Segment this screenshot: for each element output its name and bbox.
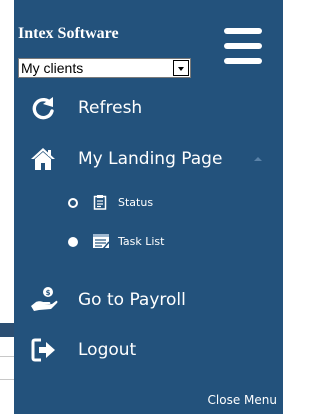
status-label: Status xyxy=(118,196,154,209)
chevron-up-icon[interactable] xyxy=(254,157,262,161)
task-list-radio[interactable] xyxy=(68,237,78,247)
logout-icon xyxy=(31,338,55,362)
home-icon xyxy=(31,148,55,170)
task-list-label: Task List xyxy=(118,235,165,248)
close-menu-link[interactable]: Close Menu xyxy=(208,393,277,407)
svg-text:$: $ xyxy=(46,289,51,297)
status-sub-item[interactable]: Status xyxy=(14,192,283,216)
payroll-label: Go to Payroll xyxy=(78,290,186,310)
clipboard-icon xyxy=(93,195,107,210)
side-menu-panel: Intex Software My clients Refresh My Lan… xyxy=(14,0,283,414)
client-select[interactable]: My clients xyxy=(18,58,191,78)
task-list-sub-item[interactable]: Task List xyxy=(14,230,283,254)
refresh-label: Refresh xyxy=(78,98,143,118)
logout-menu-item[interactable]: Logout xyxy=(14,334,283,370)
payroll-icon: $ xyxy=(31,287,58,311)
client-select-value: My clients xyxy=(21,60,84,76)
task-list-icon xyxy=(93,234,110,250)
landing-page-label: My Landing Page xyxy=(78,149,223,169)
refresh-menu-item[interactable]: Refresh xyxy=(14,92,283,128)
payroll-menu-item[interactable]: $ Go to Payroll xyxy=(14,282,283,318)
status-radio[interactable] xyxy=(68,198,78,208)
chevron-down-icon[interactable] xyxy=(173,60,189,76)
logout-label: Logout xyxy=(78,340,137,360)
refresh-icon xyxy=(32,97,54,120)
brand-title: Intex Software xyxy=(18,25,119,42)
strip-marker xyxy=(0,323,14,337)
divider xyxy=(0,356,14,357)
background-strip xyxy=(0,0,14,414)
landing-page-menu-item[interactable]: My Landing Page xyxy=(14,142,283,178)
menu-icon[interactable] xyxy=(224,28,262,64)
divider xyxy=(0,379,14,380)
